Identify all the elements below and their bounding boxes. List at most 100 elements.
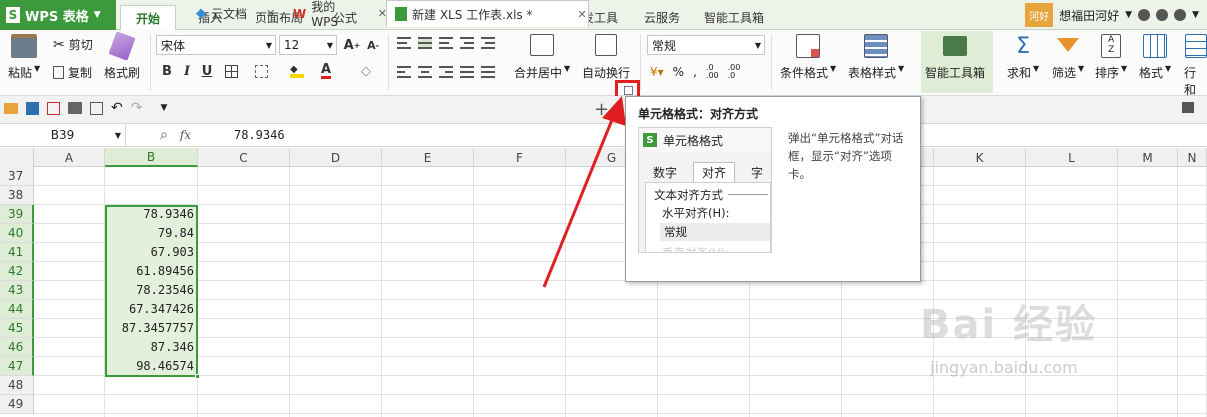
select-all-corner[interactable] xyxy=(0,148,34,167)
align-middle-icon[interactable] xyxy=(418,37,432,49)
cell-B39[interactable]: 78.9346 xyxy=(107,205,196,224)
redo-icon[interactable]: ↷ xyxy=(131,100,143,116)
align-bottom-icon[interactable] xyxy=(439,37,453,49)
column-header-B[interactable]: B xyxy=(105,148,198,167)
align-right-icon[interactable] xyxy=(439,66,453,78)
increase-decimal-icon[interactable]: .0.00 xyxy=(706,64,719,80)
fill-color-icon[interactable]: ◆ xyxy=(288,62,306,80)
clear-format-icon[interactable]: ◇ xyxy=(357,62,375,80)
play-icon[interactable] xyxy=(1182,102,1194,113)
cell-B44[interactable]: 67.347426 xyxy=(107,300,196,319)
preview-icon[interactable] xyxy=(90,101,103,115)
row-header-40[interactable]: 40 xyxy=(0,224,34,243)
column-header-E[interactable]: E xyxy=(382,148,474,167)
font-size-select[interactable]: 12 ▼ xyxy=(279,35,337,55)
row-header-48[interactable]: 48 xyxy=(0,376,34,395)
align-left-icon[interactable] xyxy=(397,66,411,78)
tab-cloud[interactable]: 云服务 xyxy=(637,5,687,30)
cell-B45[interactable]: 87.3457757 xyxy=(107,319,196,338)
cell-B47[interactable]: 98.46574 xyxy=(107,357,196,376)
open-icon[interactable] xyxy=(4,102,18,114)
column-header-M[interactable]: M xyxy=(1118,148,1178,167)
font-name-select[interactable]: 宋体 ▼ xyxy=(156,35,276,55)
row-header-37[interactable]: 37 xyxy=(0,167,34,186)
row-header-44[interactable]: 44 xyxy=(0,300,34,319)
paste-button[interactable]: 粘贴 ▼ xyxy=(8,34,40,81)
italic-icon[interactable]: I xyxy=(178,62,196,80)
cell-B37[interactable] xyxy=(107,167,196,186)
font-color-icon[interactable]: A xyxy=(317,62,335,80)
close-icon[interactable]: ✕ xyxy=(266,7,275,20)
fx-icon[interactable]: fx xyxy=(180,128,191,142)
avatar[interactable]: 河好 xyxy=(1025,3,1054,27)
number-format-select[interactable]: 常规 ▼ xyxy=(647,35,765,55)
thousands-icon[interactable]: , xyxy=(693,65,697,79)
close-icon[interactable]: ✕ xyxy=(577,8,586,21)
name-box[interactable]: B39 ▼ xyxy=(0,124,126,146)
merge-center-button[interactable]: 合并居中 ▼ xyxy=(514,34,570,81)
font-shrink-icon[interactable]: A- xyxy=(364,36,382,54)
align-center-icon[interactable] xyxy=(418,66,432,78)
row-header-49[interactable]: 49 xyxy=(0,395,34,414)
column-header-A[interactable]: A xyxy=(34,148,105,167)
wps-icon[interactable] xyxy=(1174,9,1187,21)
cell-B46[interactable]: 87.346 xyxy=(107,338,196,357)
cell-B43[interactable]: 78.23546 xyxy=(107,281,196,300)
percent-icon[interactable]: % xyxy=(673,65,684,79)
tab-start[interactable]: 开始 xyxy=(120,5,176,30)
cell-B42[interactable]: 61.89456 xyxy=(107,262,196,281)
cut-button[interactable]: ✂ 剪切 xyxy=(53,36,93,53)
wrap-text-button[interactable]: 自动换行 xyxy=(582,34,630,81)
decrease-decimal-icon[interactable]: .00.0 xyxy=(728,64,741,80)
tab-smart-toolbox[interactable]: 智能工具箱 xyxy=(698,5,770,30)
format-button[interactable]: 格式 ▼ xyxy=(1139,34,1171,81)
column-header-L[interactable]: L xyxy=(1026,148,1118,167)
cell-B38[interactable] xyxy=(107,186,196,205)
cell-B41[interactable]: 67.903 xyxy=(107,243,196,262)
align-top-icon[interactable] xyxy=(397,37,411,49)
print-icon[interactable] xyxy=(68,102,82,114)
format-painter-button[interactable]: 格式刷 xyxy=(104,31,140,81)
sort-button[interactable]: AZ 排序 ▼ xyxy=(1095,34,1127,81)
indent-decrease-icon[interactable] xyxy=(460,37,474,49)
doctab-cloud[interactable]: ◆ 云文档 ✕ xyxy=(188,0,284,27)
underline-icon[interactable]: U xyxy=(198,62,216,80)
row-header-39[interactable]: 39 xyxy=(0,205,34,224)
fill-handle[interactable] xyxy=(195,374,200,379)
cell-B40[interactable]: 79.84 xyxy=(107,224,196,243)
table-style-button[interactable]: 表格样式 ▼ xyxy=(848,34,904,81)
chevron-down-icon[interactable]: ▼ xyxy=(1192,10,1199,20)
print-preview-icon[interactable] xyxy=(47,101,60,115)
doctab-mywps[interactable]: W 我的WPS ✕ xyxy=(285,0,387,29)
justify-icon[interactable] xyxy=(460,66,474,78)
chevron-down-icon[interactable]: ▼ xyxy=(160,103,167,113)
fill-pattern-icon[interactable] xyxy=(252,62,270,80)
row-header-43[interactable]: 43 xyxy=(0,281,34,300)
row-header-38[interactable]: 38 xyxy=(0,186,34,205)
row-header-47[interactable]: 47 xyxy=(0,357,34,376)
copy-button[interactable]: 复制 xyxy=(53,64,92,81)
indent-increase-icon[interactable] xyxy=(481,37,495,49)
row-header-46[interactable]: 46 xyxy=(0,338,34,357)
conditional-format-button[interactable]: 条件格式 ▼ xyxy=(780,34,836,81)
filter-button[interactable]: 筛选 ▼ xyxy=(1052,34,1084,81)
row-header-41[interactable]: 41 xyxy=(0,243,34,262)
row-col-button[interactable]: 行和 xyxy=(1184,34,1207,98)
cell-B49[interactable] xyxy=(107,395,196,414)
sum-button[interactable]: Σ 求和 ▼ xyxy=(1007,34,1039,81)
chevron-down-icon[interactable]: ▼ xyxy=(1125,10,1132,20)
cell-B48[interactable] xyxy=(107,376,196,395)
row-header-45[interactable]: 45 xyxy=(0,319,34,338)
bold-icon[interactable]: B xyxy=(158,62,176,80)
smart-toolbox-button[interactable]: 智能工具箱 xyxy=(925,34,985,81)
column-header-N[interactable]: N xyxy=(1178,148,1207,167)
column-header-K[interactable]: K xyxy=(934,148,1026,167)
row-header-42[interactable]: 42 xyxy=(0,262,34,281)
formula-input[interactable]: 78.9346 xyxy=(234,124,285,146)
font-grow-icon[interactable]: A + xyxy=(343,36,361,54)
doctab-workbook[interactable]: 新建 XLS 工作表.xls * ✕ xyxy=(386,0,589,27)
skin-icon[interactable] xyxy=(1138,9,1151,21)
currency-icon[interactable]: ¥▾ xyxy=(650,65,664,79)
distribute-icon[interactable] xyxy=(481,66,495,78)
help-icon[interactable] xyxy=(1156,9,1169,21)
